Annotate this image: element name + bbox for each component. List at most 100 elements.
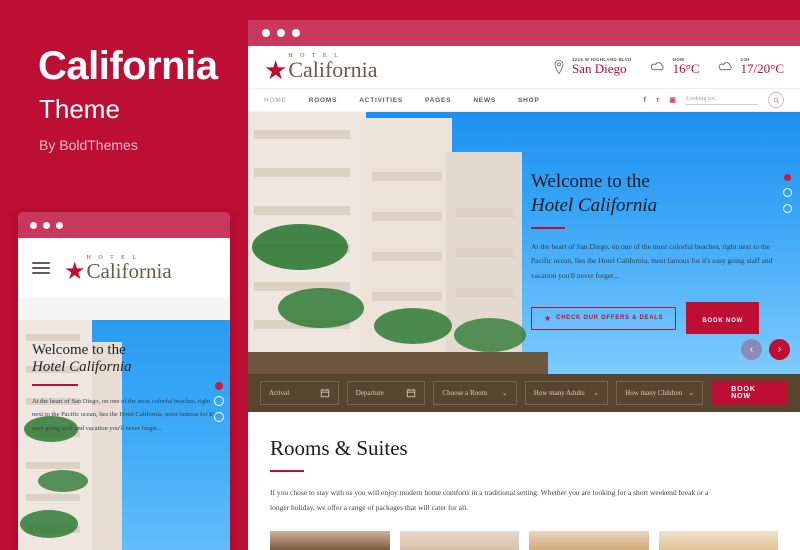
window-dot-maximize[interactable] xyxy=(292,29,300,37)
site-logo[interactable]: ★ H O T E L California xyxy=(264,53,378,86)
star-icon: ★ xyxy=(264,55,288,86)
promo-subtitle: Theme xyxy=(39,94,120,124)
calendar-icon xyxy=(407,388,416,398)
location-city: San Diego xyxy=(571,61,627,77)
nav-item-news[interactable]: NEWS xyxy=(473,97,496,104)
room-card-1[interactable] xyxy=(270,531,390,550)
hero-body: At the heart of San Diego, on one of the… xyxy=(531,241,773,280)
twitter-icon[interactable]: ᴛ xyxy=(656,97,659,104)
offers-button-label: CHECK OUR OFFERS & DEALS xyxy=(556,315,664,321)
cloud-icon xyxy=(718,62,732,71)
departure-placeholder: Departure xyxy=(355,389,384,397)
calendar-icon xyxy=(320,388,329,398)
hero-book-now-label: BOOK NOW xyxy=(702,318,744,324)
rooms-section: Rooms & Suites If you chose to stay with… xyxy=(248,412,800,550)
chevron-left-icon[interactable]: ‹ xyxy=(741,339,762,360)
mobile-slider-dots xyxy=(214,382,224,422)
mobile-header-spacer xyxy=(18,298,230,320)
window-dot-close[interactable] xyxy=(30,221,37,229)
location-info: 3216 W HIGHLAND BLVD San Diego xyxy=(551,57,632,77)
departure-date-input[interactable]: Departure xyxy=(346,381,426,405)
nav-item-shop[interactable]: SHOP xyxy=(518,97,540,104)
rooms-rule xyxy=(270,470,304,472)
mobile-site-header: ★ H O T E L California xyxy=(18,238,230,298)
promo-title: California xyxy=(38,44,218,88)
window-dot-minimize[interactable] xyxy=(277,29,285,37)
arrival-date-input[interactable]: Arrival xyxy=(260,381,339,405)
weather-24h-value: 17/20°C xyxy=(740,61,784,77)
nav-item-rooms[interactable]: ROOMS xyxy=(309,97,338,104)
window-dot-minimize[interactable] xyxy=(43,221,50,229)
hero-book-now-button[interactable]: BOOK NOW xyxy=(686,302,760,334)
star-icon: ★ xyxy=(544,313,552,323)
hero-actions: ★ CHECK OUR OFFERS & DEALS BOOK NOW xyxy=(531,302,760,334)
map-pin-icon xyxy=(554,59,564,75)
search-icon xyxy=(773,97,779,103)
children-select[interactable]: How many Children ⌄ xyxy=(616,381,704,405)
mobile-slider-dot-2[interactable] xyxy=(214,396,224,406)
site-topbar: ★ H O T E L California 3216 W HIGHLAND B… xyxy=(248,46,800,89)
logo-name: California xyxy=(288,57,378,83)
room-card-3[interactable] xyxy=(529,531,649,550)
cloud-icon xyxy=(650,62,664,71)
chevron-down-icon: ⌄ xyxy=(688,389,695,397)
hero-photo xyxy=(248,112,548,374)
mobile-slider-dot-1[interactable] xyxy=(215,382,223,390)
hamburger-menu-icon[interactable] xyxy=(32,262,50,274)
booking-book-now-label: BOOK NOW xyxy=(731,386,756,400)
hero-line1: Welcome to the xyxy=(531,171,650,192)
mobile-hero-slider: Welcome to the Hotel California At the h… xyxy=(18,320,230,550)
rooms-description: If you chose to stay with us you will en… xyxy=(270,488,709,512)
weather-now-value: 16°C xyxy=(672,61,700,77)
nav-item-pages[interactable]: PAGES xyxy=(425,97,451,104)
children-select-label: How many Children xyxy=(625,389,683,397)
hero-slider-dot-3[interactable] xyxy=(783,204,792,213)
offers-button[interactable]: ★ CHECK OUR OFFERS & DEALS xyxy=(531,306,677,330)
mobile-preview-window: ★ H O T E L California Welcome to the Ho… xyxy=(18,212,230,550)
logo-name: California xyxy=(86,258,172,283)
chevron-down-icon: ⌄ xyxy=(501,389,508,397)
mobile-hero-line1: Welcome to the xyxy=(32,342,126,358)
hero-slider-dots xyxy=(783,174,792,213)
search-input[interactable]: Looking for... xyxy=(686,96,758,105)
mobile-slider-dot-3[interactable] xyxy=(214,412,224,422)
hero-rule xyxy=(531,226,565,229)
instagram-icon[interactable]: ▣ xyxy=(669,96,676,104)
hero-slider: Welcome to the Hotel California At the h… xyxy=(248,112,800,374)
chevron-down-icon: ⌄ xyxy=(593,389,600,397)
adults-select[interactable]: How many Adults ⌄ xyxy=(524,381,609,405)
window-dot-close[interactable] xyxy=(262,29,270,37)
room-card-4[interactable] xyxy=(658,531,778,550)
nav-item-activities[interactable]: ACTIVITIES xyxy=(359,97,403,104)
search-button[interactable] xyxy=(768,92,784,108)
mobile-hero-text: Welcome to the Hotel California At the h… xyxy=(32,342,220,435)
mobile-hero-line2: Hotel California xyxy=(32,359,132,375)
hero-slider-arrows: ‹ › xyxy=(741,339,790,360)
promo-author: By BoldThemes xyxy=(39,137,138,153)
site-navigation: HOME ROOMS ACTIVITIES PAGES NEWS SHOP f … xyxy=(248,89,800,112)
weather-now: NOW 16°C xyxy=(648,57,700,77)
hero-text: Welcome to the Hotel California At the h… xyxy=(531,170,776,283)
arrival-placeholder: Arrival xyxy=(269,389,290,397)
window-dot-maximize[interactable] xyxy=(56,221,63,229)
chevron-right-icon[interactable]: › xyxy=(769,339,790,360)
nav-item-home[interactable]: HOME xyxy=(264,97,287,104)
weather-24h: 24H 17/20°C xyxy=(716,57,784,77)
hero-slider-dot-2[interactable] xyxy=(783,188,792,197)
booking-book-now-button[interactable]: BOOK NOW xyxy=(711,381,788,405)
mobile-hero-rule xyxy=(32,384,78,386)
room-select[interactable]: Choose a Room ⌄ xyxy=(433,381,517,405)
room-select-label: Choose a Room xyxy=(442,389,488,397)
room-card-2[interactable] xyxy=(399,531,519,550)
room-card-list xyxy=(270,531,778,550)
hero-slider-dot-1[interactable] xyxy=(784,174,791,181)
mobile-site-logo[interactable]: ★ H O T E L California xyxy=(64,255,172,286)
mobile-titlebar xyxy=(18,212,230,238)
facebook-icon[interactable]: f xyxy=(644,97,646,104)
rooms-title: Rooms & Suites xyxy=(270,436,408,460)
star-icon: ★ xyxy=(64,258,86,286)
adults-select-label: How many Adults xyxy=(533,389,585,397)
desktop-titlebar xyxy=(248,20,800,46)
hero-line2: Hotel California xyxy=(531,194,658,216)
desktop-preview-window: ★ H O T E L California 3216 W HIGHLAND B… xyxy=(248,20,800,550)
